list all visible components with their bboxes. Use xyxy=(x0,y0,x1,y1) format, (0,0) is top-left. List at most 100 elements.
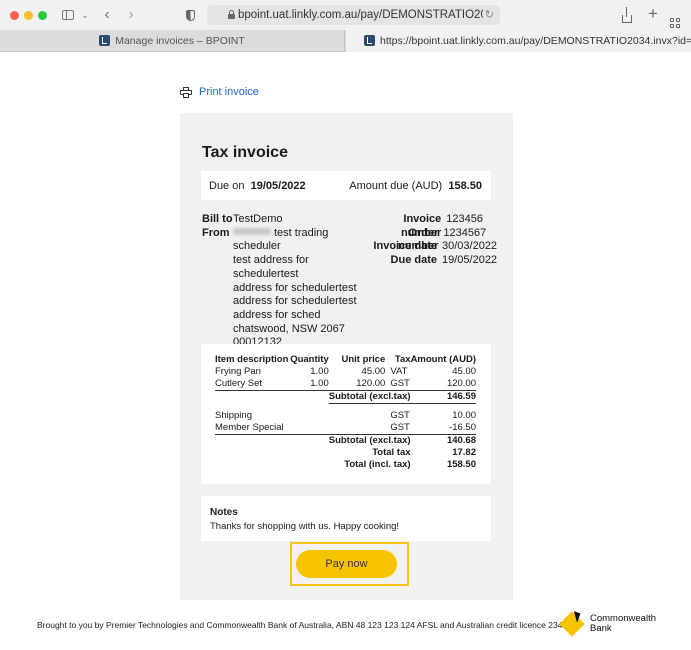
invoice-date-row: Invoice date 30/03/2022 xyxy=(373,240,498,253)
invoice-meta: Invoice number 123456 Order number 1234567… xyxy=(367,213,498,268)
subtotal-row: Subtotal (excl.tax) 146.59 xyxy=(215,390,476,404)
invoice-panel: Tax invoice Due on 19/05/2022 Amount due… xyxy=(180,113,513,600)
pay-now-button[interactable]: Pay now xyxy=(296,550,397,578)
chevron-down-icon[interactable]: ⌄ xyxy=(80,6,90,24)
total-row: Total (incl. tax) 158.50 xyxy=(215,459,476,471)
bank-name: Commonwealth Bank xyxy=(590,614,656,634)
address-line: test address for schedulertest xyxy=(233,254,309,280)
header-item-description: Item description xyxy=(215,354,289,365)
browser-toolbar: ⌄ ‹ › bpoint.uat.linkly.com.au/pay/DEMON… xyxy=(0,0,691,30)
cell-unit-price: 120.00 xyxy=(328,378,386,391)
notes-title: Notes xyxy=(210,507,238,518)
footer-text: Brought to you by Premier Technologies a… xyxy=(37,620,577,630)
header-amount: Amount (AUD) xyxy=(410,354,476,365)
header-tax: Tax xyxy=(394,354,411,365)
cell-amount: 10.00 xyxy=(452,409,476,421)
address-line: address for schedulertest xyxy=(233,281,357,294)
subtotal-label: Subtotal (excl.tax) xyxy=(328,434,411,446)
back-arrow-icon[interactable]: ‹ xyxy=(100,6,114,24)
table-row: Member Special GST -16.50 xyxy=(215,421,476,435)
address-line: address for sched xyxy=(233,308,321,321)
due-date-row: Due date 19/05/2022 xyxy=(390,254,498,267)
amount-due-value: 158.50 xyxy=(448,180,482,192)
due-date: Due on 19/05/2022 xyxy=(209,180,306,192)
minimize-window-button[interactable] xyxy=(24,11,33,20)
print-invoice-label[interactable]: Print invoice xyxy=(199,86,259,98)
line-items-box: Item description Quantity Unit price Tax… xyxy=(201,344,491,484)
amount-due-box: Due on 19/05/2022 Amount due (AUD) 158.5… xyxy=(201,171,491,200)
tab-invoice[interactable]: https://bpoint.uat.linkly.com.au/pay/DEM… xyxy=(346,30,691,52)
cell-description: Member Special xyxy=(215,421,291,435)
total-label: Total (incl. tax) xyxy=(344,458,411,470)
invoice-number-row: Invoice number 123456 xyxy=(400,213,484,239)
total-tax-row: Total tax 17.82 xyxy=(215,447,476,459)
table-row: Shipping GST 10.00 xyxy=(215,410,476,422)
table-header: Item description Quantity Unit price Tax… xyxy=(215,354,476,366)
notes-text: Thanks for shopping with us. Happy cooki… xyxy=(210,521,400,532)
printer-icon xyxy=(180,86,192,98)
cell-amount: 45.00 xyxy=(452,366,476,377)
cell-quantity: 1.00 xyxy=(290,378,329,391)
table-row: Cutlery Set 1.00 120.00 GST 120.00 xyxy=(215,378,476,391)
address-bar[interactable]: bpoint.uat.linkly.com.au/pay/DEMONSTRATI… xyxy=(207,5,500,25)
cell-tax: VAT xyxy=(390,366,408,377)
page-title: Tax invoice xyxy=(202,144,288,161)
tab-overview-icon[interactable] xyxy=(668,6,682,28)
bpoint-favicon-icon xyxy=(364,35,375,46)
from-value: test trading xyxy=(233,227,368,241)
line-items-table: Item description Quantity Unit price Tax… xyxy=(215,354,476,471)
bpoint-favicon-icon xyxy=(99,35,111,46)
tab-manage-invoices[interactable]: Manage invoices – BPOINT xyxy=(0,30,345,52)
subtotal-value: 140.68 xyxy=(446,434,476,446)
cell-description: Cutlery Set xyxy=(215,378,291,391)
print-invoice-link[interactable]: Print invoice xyxy=(180,84,259,100)
subtotal-value: 146.59 xyxy=(410,390,476,404)
tab-label: https://bpoint.uat.linkly.com.au/pay/DEM… xyxy=(380,35,691,47)
sidebar-toggle-icon[interactable] xyxy=(60,6,76,24)
billing-labels: Bill to From xyxy=(202,213,233,240)
bill-to-label: Bill to xyxy=(202,213,233,225)
cell-unit-price: 45.00 xyxy=(361,366,386,377)
new-tab-icon[interactable]: + xyxy=(646,5,660,23)
subtotal-row: Subtotal (excl.tax) 140.68 xyxy=(215,434,476,447)
address-text[interactable]: bpoint.uat.linkly.com.au/pay/DEMONSTRATI… xyxy=(238,5,483,25)
cell-tax: GST xyxy=(385,421,411,435)
address-line: address for schedulertest xyxy=(233,295,357,308)
tab-label: Manage invoices – BPOINT xyxy=(115,35,245,47)
due-date-value: 19/05/2022 xyxy=(250,180,306,192)
header-unit-price: Unit price xyxy=(341,354,386,365)
cell-amount: 120.00 xyxy=(410,378,476,391)
reload-icon[interactable]: ↻ xyxy=(485,6,494,24)
bank-name-line-2: Bank xyxy=(590,623,612,634)
notes-box: Notes Thanks for shopping with us. Happy… xyxy=(201,496,491,541)
cell-amount: -16.50 xyxy=(410,421,476,435)
zoom-window-button[interactable] xyxy=(38,11,47,20)
bill-to-value: TestDemo xyxy=(233,213,283,225)
commonwealth-bank-logo xyxy=(559,611,585,637)
close-window-button[interactable] xyxy=(10,11,19,20)
tab-bar: Manage invoices – BPOINT https://bpoint.… xyxy=(0,30,691,52)
redacted-name xyxy=(233,227,271,235)
cell-tax: GST xyxy=(390,409,410,421)
privacy-shield-icon[interactable] xyxy=(183,6,197,24)
amount-due-label: Amount due (AUD) xyxy=(349,180,443,192)
due-label: Due on xyxy=(209,180,245,192)
header-quantity: Quantity xyxy=(290,354,329,365)
total-tax-value: 17.82 xyxy=(452,446,476,458)
forward-arrow-icon[interactable]: › xyxy=(124,6,138,24)
amount-due: Amount due (AUD) 158.50 xyxy=(349,180,482,192)
cell-tax: GST xyxy=(385,378,411,391)
subtotal-label: Subtotal (excl.tax) xyxy=(328,390,411,404)
cell-quantity: 1.00 xyxy=(310,366,329,377)
address-line: scheduler xyxy=(233,240,281,253)
address-line: chatswood, NSW 2067 xyxy=(233,322,345,335)
total-value: 158.50 xyxy=(446,458,476,470)
order-number-row: Order number 1234567 xyxy=(398,226,487,253)
share-icon[interactable] xyxy=(620,6,634,24)
billing-values: TestDemo test trading scheduler test add… xyxy=(233,213,368,350)
total-tax-label: Total tax xyxy=(372,446,411,458)
table-row: Frying Pan 1.00 45.00 VAT 45.00 xyxy=(215,366,476,378)
lock-icon xyxy=(228,10,235,19)
cell-description: Frying Pan xyxy=(215,366,261,377)
from-label: From xyxy=(202,226,230,239)
